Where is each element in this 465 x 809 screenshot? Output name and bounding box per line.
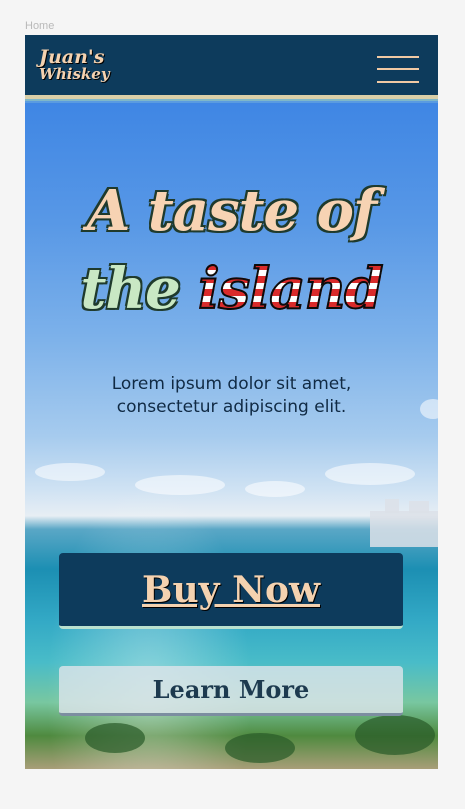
city-skyline [385, 499, 399, 513]
mobile-frame: Juan's Whiskey A taste of the island Lor… [25, 35, 438, 769]
palm-tree [225, 733, 295, 763]
cloud [135, 475, 225, 495]
hamburger-bar [377, 68, 419, 70]
logo-line-2: Whiskey [39, 65, 110, 83]
hero-title-line-1: A taste of [86, 178, 377, 244]
buy-now-button[interactable]: Buy Now [59, 553, 403, 629]
cloud [325, 463, 415, 485]
hamburger-bar [377, 81, 419, 83]
site-header: Juan's Whiskey [25, 35, 438, 99]
hamburger-bar [377, 56, 419, 58]
learn-more-button[interactable]: Learn More [59, 666, 403, 716]
breadcrumb[interactable]: Home [25, 20, 54, 32]
hero-subtitle: Lorem ipsum dolor sit amet, consectetur … [111, 374, 352, 417]
learn-more-label: Learn More [152, 675, 310, 704]
cloud [420, 399, 438, 419]
city-skyline [409, 501, 429, 513]
palm-tree [85, 723, 145, 753]
palm-tree [355, 715, 435, 755]
logo[interactable]: Juan's Whiskey [39, 46, 110, 83]
cloud [245, 481, 305, 497]
city-skyline [370, 511, 438, 547]
hero-title: A taste of the island [25, 172, 438, 328]
hamburger-menu-icon[interactable] [377, 55, 419, 84]
hero-title-highlight: island [197, 250, 384, 328]
logo-line-1: Juan's [39, 46, 105, 68]
cloud [35, 463, 105, 481]
hero-title-line-2: the [80, 256, 181, 322]
buy-now-label: Buy Now [142, 568, 320, 611]
